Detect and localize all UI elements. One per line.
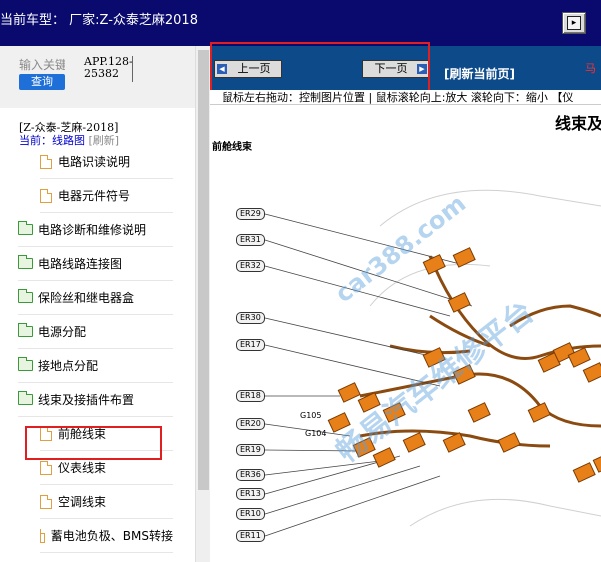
app-code-line: 25382 bbox=[84, 67, 119, 80]
folder-icon bbox=[18, 357, 33, 371]
keyword-search-input[interactable] bbox=[19, 57, 65, 73]
connector-tag: ER29 bbox=[236, 208, 265, 220]
connector-block bbox=[592, 452, 601, 473]
tree-item-label: 仪表线束 bbox=[58, 461, 107, 475]
ground-label-g105: G105 bbox=[300, 411, 322, 420]
connector-block bbox=[337, 382, 361, 403]
connector-block bbox=[582, 362, 601, 383]
connector-tag: ER19 bbox=[236, 444, 265, 456]
leader-line bbox=[264, 465, 421, 515]
connector-tag: ER10 bbox=[236, 508, 265, 520]
tree-item-ac-harness[interactable]: 空调线束 bbox=[40, 485, 173, 519]
toggle-panel-button[interactable]: ▸ bbox=[562, 12, 586, 34]
connector-tag: ER18 bbox=[236, 390, 265, 402]
clipped-red-text: 马 bbox=[585, 62, 596, 75]
tree-item-circuit-reading[interactable]: 电路识读说明 bbox=[40, 145, 173, 179]
document-icon bbox=[40, 154, 52, 169]
connector-tag: ER36 bbox=[236, 469, 265, 481]
connector-block bbox=[527, 402, 551, 423]
app-code: APP.128- 25382 bbox=[84, 56, 134, 82]
folder-icon bbox=[18, 221, 33, 235]
refresh-page-link[interactable]: [刷新当前页] bbox=[444, 65, 515, 82]
content-panel: ◀ 上一页 下一页 ▶ [刷新当前页] 马 鼠标左右拖动：控制图片位置 | 鼠标… bbox=[210, 42, 601, 562]
leader-line bbox=[264, 317, 431, 357]
tree-item-ground-distribution[interactable]: 接地点分配 bbox=[18, 349, 173, 383]
folder-open-icon bbox=[18, 391, 33, 405]
ground-label-g104: G104 bbox=[305, 429, 327, 438]
tree-item-label: 电路诊断和维修说明 bbox=[38, 223, 147, 237]
tree-item-label: 电路识读说明 bbox=[58, 155, 131, 169]
wiring-diagram-viewer[interactable]: 线束及 前舱线束 ER29 ER31 ER32 ER30 ER17 ER18 ER20 ER1… bbox=[210, 106, 601, 562]
connector-tag: ER20 bbox=[236, 418, 265, 430]
tree-item-label: 电器元件符号 bbox=[58, 189, 131, 203]
folder-icon bbox=[18, 255, 33, 269]
document-icon bbox=[40, 188, 52, 203]
tree-item-label: 接地点分配 bbox=[38, 359, 99, 373]
harness-drawing bbox=[264, 189, 601, 537]
connector-block bbox=[497, 432, 521, 453]
tree-item-component-symbols[interactable]: 电器元件符号 bbox=[40, 179, 173, 213]
tree-item-diagnosis[interactable]: 电路诊断和维修说明 bbox=[18, 213, 173, 247]
connector-tag: ER11 bbox=[236, 530, 265, 542]
usage-hint: 鼠标左右拖动：控制图片位置 | 鼠标滚轮向上:放大 滚轮向下：缩小 【仪 bbox=[210, 90, 601, 105]
highlight-box-selected-category bbox=[25, 426, 162, 460]
tree-item-label: 保险丝和继电器盒 bbox=[38, 291, 135, 305]
document-icon bbox=[40, 460, 52, 475]
folder-icon bbox=[18, 323, 33, 337]
connector-tag: ER13 bbox=[236, 488, 265, 500]
tree-item-battery-bms[interactable]: 蓄电池负极、BMS转接 bbox=[39, 519, 173, 553]
tree-item-harness-layout[interactable]: 线束及接插件布置 bbox=[18, 383, 173, 417]
play-square-icon: ▸ bbox=[567, 16, 581, 30]
window-title: 当前车型： 厂家:Z-众泰芝麻2018 bbox=[0, 13, 198, 28]
tree-item-power-distribution[interactable]: 电源分配 bbox=[18, 315, 173, 349]
folder-icon bbox=[18, 289, 33, 303]
left-scrollbar[interactable] bbox=[195, 46, 210, 562]
window-titlebar: 当前车型： 厂家:Z-众泰芝麻2018 ▸ bbox=[0, 0, 601, 46]
tree-item-label: 线束及接插件布置 bbox=[38, 393, 135, 407]
connector-block bbox=[447, 292, 471, 313]
connector-block bbox=[572, 462, 596, 483]
connector-tag: ER17 bbox=[236, 339, 265, 351]
leader-line bbox=[264, 460, 381, 476]
connector-block bbox=[422, 254, 446, 275]
tree-item-fuse-relay-box[interactable]: 保险丝和继电器盒 bbox=[18, 281, 173, 315]
tree-item-label: 空调线束 bbox=[58, 495, 107, 509]
tree-item-wiring-connections[interactable]: 电路线路连接图 bbox=[18, 247, 173, 281]
connector-tag: ER32 bbox=[236, 260, 265, 272]
divider bbox=[132, 56, 133, 82]
connector-block bbox=[402, 432, 426, 453]
search-area: 查询 APP.128- 25382 bbox=[0, 46, 195, 108]
connector-tag: ER30 bbox=[236, 312, 265, 324]
tree-item-label: 蓄电池负极、BMS转接 bbox=[50, 529, 173, 543]
connector-tag: ER31 bbox=[236, 234, 265, 246]
left-nav-panel: 查询 APP.128- 25382 [Z-众泰-芝麻-2018] 当前：线路图 … bbox=[0, 46, 210, 562]
tree-item-label: 电源分配 bbox=[38, 325, 87, 339]
connector-block bbox=[467, 402, 491, 423]
document-icon bbox=[39, 528, 45, 543]
scrollbar-thumb[interactable] bbox=[198, 50, 209, 490]
document-icon bbox=[40, 494, 52, 509]
tree-item-label: 电路线路连接图 bbox=[38, 257, 123, 271]
query-button[interactable]: 查询 bbox=[19, 74, 65, 90]
